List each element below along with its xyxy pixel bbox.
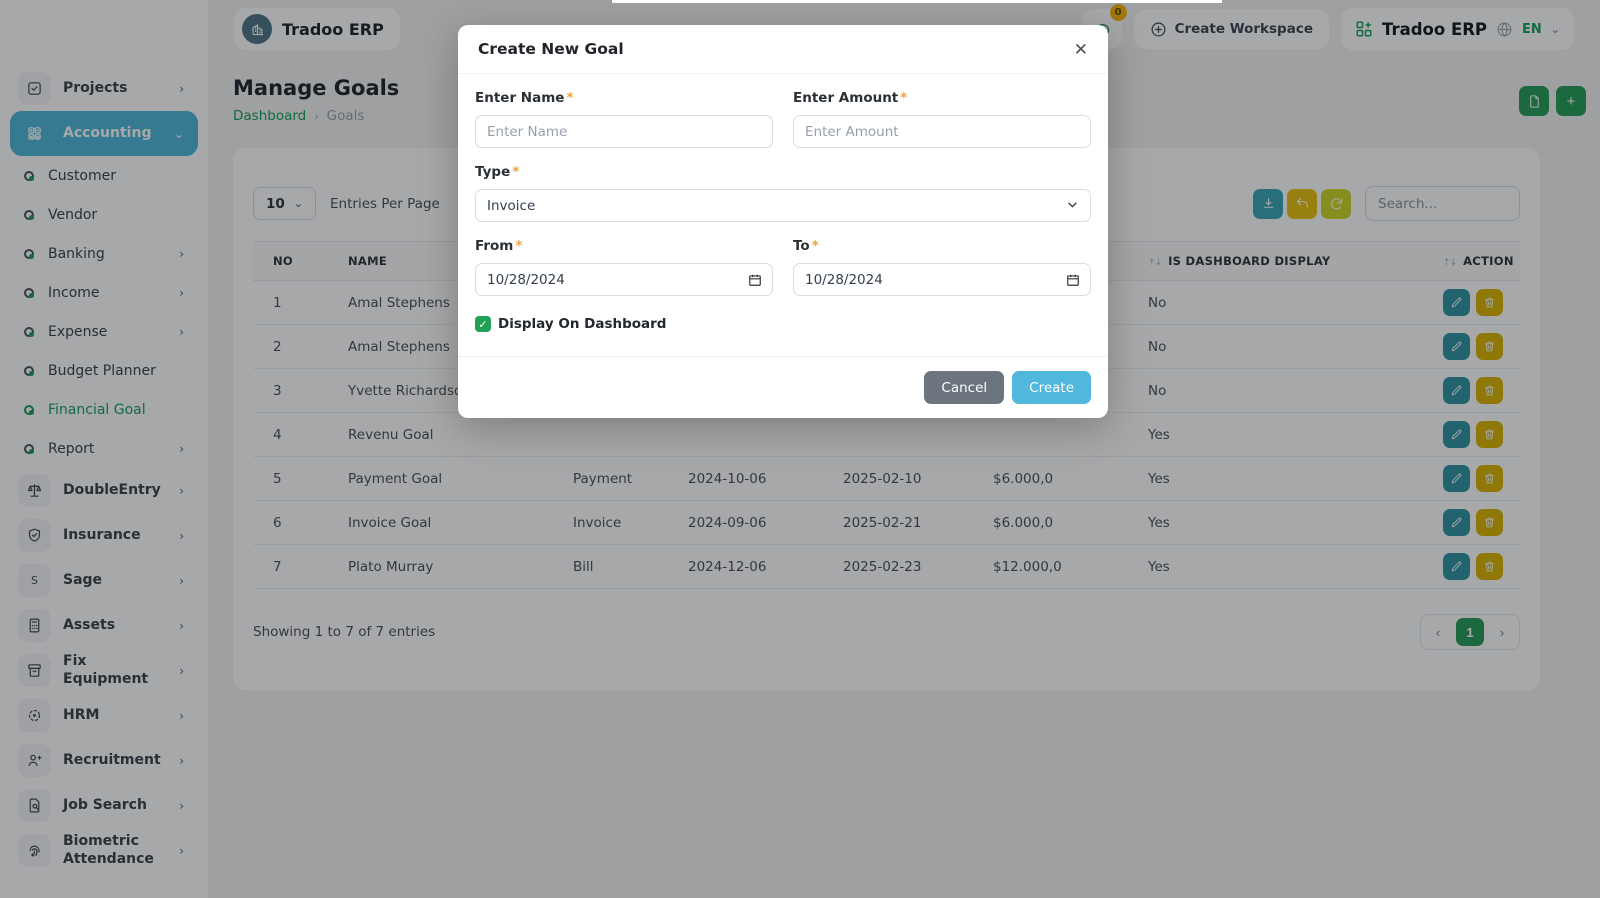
name-input[interactable] (475, 115, 773, 148)
to-date-value[interactable] (793, 263, 1091, 296)
required-asterisk: * (515, 238, 522, 254)
calendar-icon[interactable] (1066, 272, 1080, 291)
chevron-down-icon (1066, 198, 1079, 214)
top-strip (612, 0, 1222, 3)
type-select[interactable]: Invoice (475, 189, 1091, 222)
cancel-button[interactable]: Cancel (924, 371, 1004, 404)
type-select-value: Invoice (487, 198, 535, 214)
from-date-value[interactable] (475, 263, 773, 296)
required-asterisk: * (812, 238, 819, 254)
amount-input[interactable] (793, 115, 1091, 148)
modal-title: Create New Goal (478, 40, 624, 58)
create-button[interactable]: Create (1012, 371, 1091, 404)
close-icon[interactable]: ✕ (1074, 41, 1088, 58)
name-field-label: Enter Name* (475, 90, 773, 106)
from-date-input[interactable] (475, 263, 773, 296)
to-field-label: To* (793, 238, 1091, 254)
display-on-dashboard-label: Display On Dashboard (498, 316, 666, 332)
required-asterisk: * (900, 90, 907, 106)
to-date-input[interactable] (793, 263, 1091, 296)
calendar-icon[interactable] (748, 272, 762, 291)
required-asterisk: * (512, 164, 519, 180)
from-field-label: From* (475, 238, 773, 254)
required-asterisk: * (566, 90, 573, 106)
type-field-label: Type* (475, 164, 1091, 180)
create-goal-modal: Create New Goal ✕ Enter Name* Enter Amou… (458, 25, 1108, 418)
display-on-dashboard-checkbox[interactable]: ✓ (475, 316, 491, 332)
amount-field-label: Enter Amount* (793, 90, 1091, 106)
